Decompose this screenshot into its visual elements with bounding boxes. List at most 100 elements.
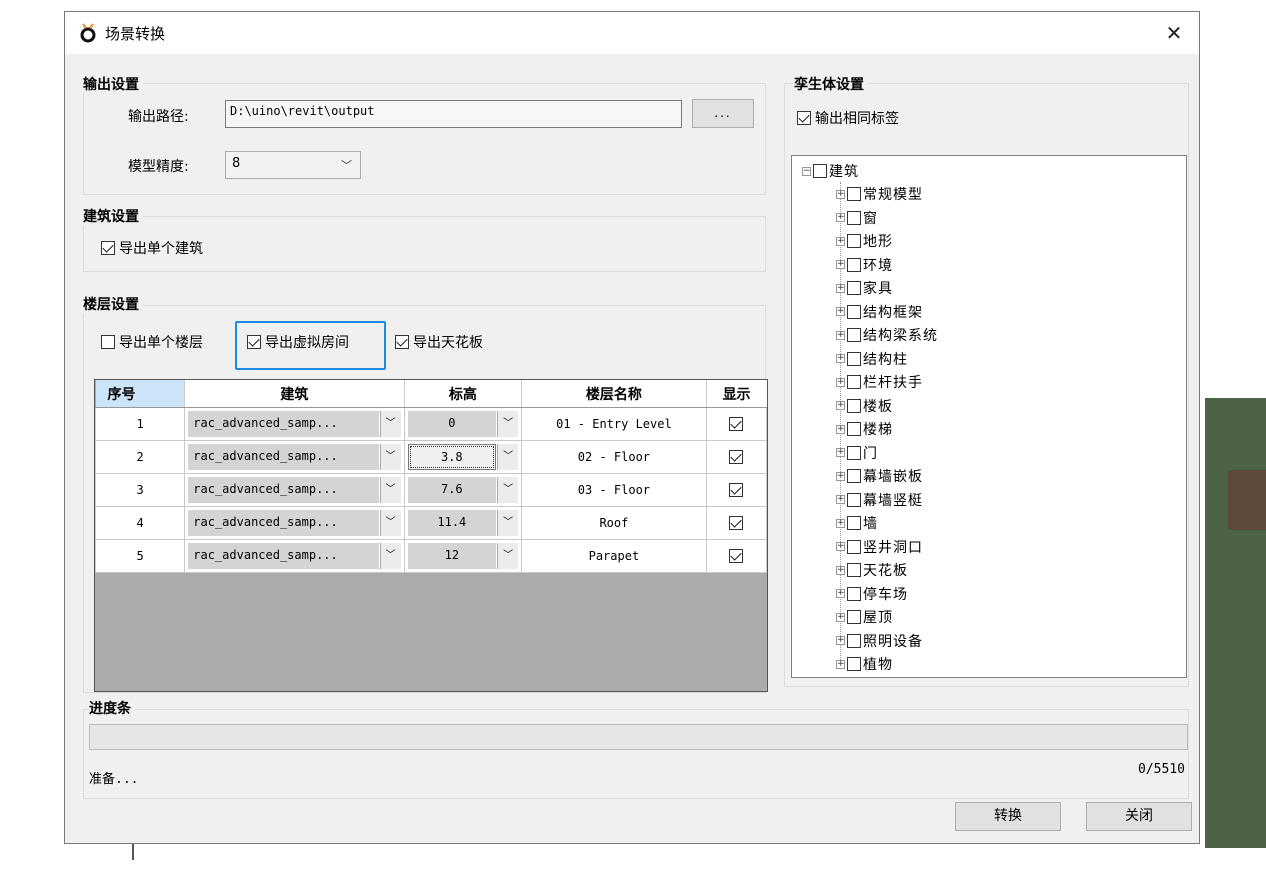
building-combo[interactable]: rac_advanced_samp... ﹀: [184, 539, 405, 573]
checkbox-unchecked-icon[interactable]: [847, 328, 861, 342]
tree-node[interactable]: + 天花板: [836, 560, 908, 580]
tree-node[interactable]: + 停车场: [836, 584, 908, 604]
checkbox-unchecked-icon[interactable]: [813, 164, 827, 178]
show-checkbox-cell[interactable]: [705, 440, 767, 474]
expand-icon[interactable]: +: [836, 636, 845, 645]
expand-icon[interactable]: +: [836, 189, 845, 199]
building-combo[interactable]: rac_advanced_samp... ﹀: [184, 440, 405, 474]
elevation-combo[interactable]: 7.6 ﹀: [403, 473, 523, 507]
expand-icon[interactable]: +: [836, 589, 845, 598]
checkbox-unchecked-icon[interactable]: [847, 516, 861, 530]
tree-node[interactable]: + 结构柱: [836, 349, 908, 369]
convert-button[interactable]: 转换: [955, 802, 1061, 831]
column-header-show[interactable]: 显示: [706, 380, 767, 408]
tree-node[interactable]: + 结构梁系统: [836, 325, 938, 345]
checkbox-unchecked-icon[interactable]: [847, 304, 861, 319]
tree-node[interactable]: + 幕墙竖梃: [836, 490, 923, 510]
expand-icon[interactable]: +: [836, 236, 845, 246]
chevron-down-icon[interactable]: ﹀: [497, 411, 519, 437]
chevron-down-icon[interactable]: ﹀: [379, 477, 401, 503]
floor-name-cell[interactable]: Roof: [521, 506, 707, 540]
building-combo[interactable]: rac_advanced_samp... ﹀: [184, 407, 405, 441]
category-tree[interactable]: − 建筑 + 常规模型 + 窗 + 地形 + 环境 + 家具 + 结构框架 + 结构梁系统 + 结构柱 + 栏杆扶…: [791, 155, 1187, 678]
checkbox-unchecked-icon[interactable]: [847, 257, 861, 272]
checkbox-unchecked-icon[interactable]: [847, 610, 861, 624]
chevron-down-icon[interactable]: ﹀: [379, 543, 401, 569]
show-checkbox-cell[interactable]: [705, 539, 767, 573]
column-header-floor-name[interactable]: 楼层名称: [521, 380, 707, 408]
checkbox-unchecked-icon[interactable]: [847, 234, 861, 248]
tree-node[interactable]: + 屋顶: [836, 607, 893, 627]
expand-icon[interactable]: +: [836, 612, 845, 622]
floor-name-cell[interactable]: 02 - Floor: [521, 440, 707, 474]
checkbox-unchecked-icon[interactable]: [847, 422, 861, 436]
checkbox-checked-icon[interactable]: [729, 450, 744, 465]
checkbox-unchecked-icon[interactable]: [847, 657, 861, 671]
show-checkbox-cell[interactable]: [705, 473, 767, 507]
building-combo[interactable]: rac_advanced_samp... ﹀: [184, 473, 405, 507]
table-row[interactable]: 5 rac_advanced_samp... ﹀ 12 ﹀ Parapet: [95, 539, 767, 573]
tree-node[interactable]: + 照明设备: [836, 631, 923, 651]
floor-name-cell[interactable]: 01 - Entry Level: [521, 407, 707, 441]
tree-node[interactable]: + 楼板: [836, 396, 893, 416]
expand-icon[interactable]: +: [836, 542, 845, 551]
show-checkbox-cell[interactable]: [705, 506, 767, 540]
expand-icon[interactable]: +: [836, 213, 845, 222]
checkbox-unchecked-icon[interactable]: [847, 586, 861, 601]
tree-node[interactable]: + 家具: [836, 278, 893, 298]
expand-icon[interactable]: +: [836, 307, 845, 316]
chevron-down-icon[interactable]: ﹀: [497, 510, 519, 536]
chevron-down-icon[interactable]: ﹀: [497, 477, 519, 503]
checkbox-unchecked-icon[interactable]: [847, 281, 861, 295]
column-header-elevation[interactable]: 标高: [404, 380, 523, 408]
output-same-tag-checkbox[interactable]: 输出相同标签: [797, 108, 899, 128]
checkbox-unchecked-icon[interactable]: [847, 563, 861, 577]
chevron-down-icon[interactable]: ﹀: [379, 444, 401, 470]
expand-icon[interactable]: +: [836, 330, 845, 340]
tree-node[interactable]: + 植物: [836, 654, 893, 674]
expand-icon[interactable]: +: [836, 495, 845, 504]
tree-root-node[interactable]: − 建筑: [802, 161, 859, 181]
tree-node[interactable]: + 环境: [836, 255, 893, 275]
column-header-index[interactable]: 序号: [95, 380, 186, 408]
tree-node[interactable]: + 结构框架: [836, 302, 923, 322]
checkbox-checked-icon[interactable]: [729, 417, 744, 432]
expand-icon[interactable]: +: [836, 471, 845, 481]
expand-icon[interactable]: +: [836, 260, 845, 269]
tree-node[interactable]: + 楼梯: [836, 419, 893, 439]
export-single-building-checkbox[interactable]: 导出单个建筑: [101, 238, 203, 258]
chevron-down-icon[interactable]: ﹀: [379, 510, 401, 536]
expand-icon[interactable]: +: [836, 283, 845, 293]
output-path-input[interactable]: D:\uino\revit\output: [225, 100, 682, 128]
elevation-combo[interactable]: 12 ﹀: [403, 539, 523, 573]
tree-node[interactable]: + 门: [836, 443, 878, 463]
expand-icon[interactable]: +: [836, 401, 845, 410]
expand-icon[interactable]: +: [836, 377, 845, 387]
table-row[interactable]: 1 rac_advanced_samp... ﹀ 0 ﹀ 01 - Entry Level: [95, 407, 767, 441]
show-checkbox-cell[interactable]: [705, 407, 767, 441]
elevation-combo[interactable]: 11.4 ﹀: [403, 506, 523, 540]
chevron-down-icon[interactable]: ﹀: [497, 543, 519, 569]
table-row[interactable]: 4 rac_advanced_samp... ﹀ 11.4 ﹀ Roof: [95, 506, 767, 540]
expand-icon[interactable]: +: [836, 518, 845, 528]
checkbox-unchecked-icon[interactable]: [847, 492, 861, 507]
elevation-combo[interactable]: 0 ﹀: [403, 407, 523, 441]
elevation-combo[interactable]: 3.8 ﹀: [403, 440, 523, 474]
table-row[interactable]: 2 rac_advanced_samp... ﹀ 3.8 ﹀ 02 - Floor: [95, 440, 767, 474]
checkbox-checked-icon[interactable]: [729, 549, 744, 564]
tree-node[interactable]: + 墙: [836, 513, 878, 533]
tree-node[interactable]: + 栏杆扶手: [836, 372, 923, 392]
tree-node[interactable]: + 地形: [836, 231, 893, 251]
model-precision-select[interactable]: 8 ﹀: [225, 151, 361, 179]
collapse-icon[interactable]: −: [802, 166, 811, 176]
tree-node[interactable]: + 窗: [836, 208, 878, 228]
checkbox-unchecked-icon[interactable]: [847, 375, 861, 389]
checkbox-unchecked-icon[interactable]: [847, 539, 861, 554]
expand-icon[interactable]: +: [836, 565, 845, 575]
checkbox-unchecked-icon[interactable]: [847, 445, 861, 460]
export-single-floor-checkbox[interactable]: 导出单个楼层: [101, 332, 203, 352]
checkbox-unchecked-icon[interactable]: [847, 398, 861, 413]
chevron-down-icon[interactable]: ﹀: [379, 411, 401, 437]
floor-name-cell[interactable]: Parapet: [521, 539, 707, 573]
export-ceiling-checkbox[interactable]: 导出天花板: [395, 332, 483, 352]
